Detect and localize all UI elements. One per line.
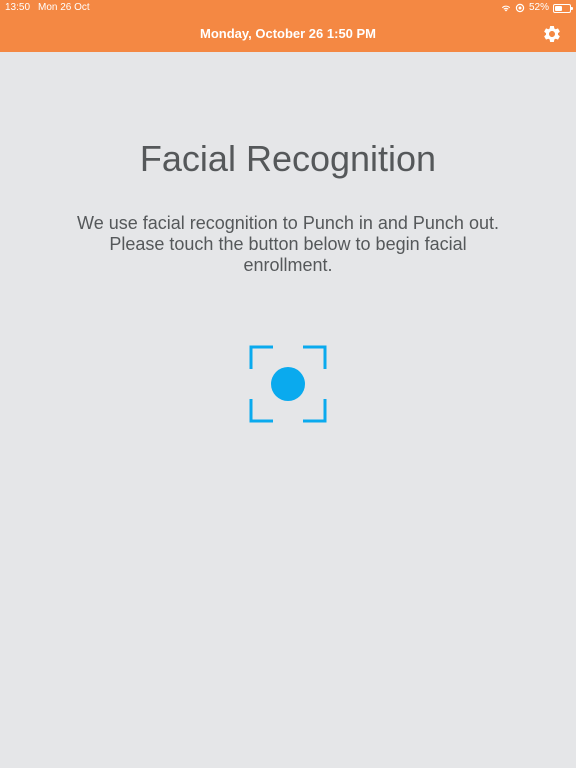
enrollment-instructions: We use facial recognition to Punch in an… bbox=[77, 213, 499, 275]
status-date: Mon 26 Oct bbox=[38, 2, 90, 13]
battery-level bbox=[555, 5, 563, 11]
location-icon bbox=[515, 3, 525, 13]
status-time: 13:50 bbox=[5, 2, 31, 13]
wifi-icon bbox=[501, 5, 511, 12]
battery-icon bbox=[553, 3, 573, 13]
face-scan-icon bbox=[249, 345, 327, 423]
settings-button[interactable] bbox=[542, 24, 562, 44]
header-datetime: Monday, October 26 1:50 PM bbox=[199, 26, 377, 41]
gear-icon bbox=[544, 25, 560, 42]
begin-enrollment-button[interactable] bbox=[249, 345, 327, 423]
page-title: Facial Recognition bbox=[139, 138, 437, 179]
status-bar: 13:50 Mon 26 Oct 52% bbox=[0, 0, 576, 16]
status-indicators: 52% bbox=[501, 0, 573, 16]
battery-percent: 52% bbox=[528, 2, 549, 13]
app-header: 13:50 Mon 26 Oct 52% Monday, October 26 … bbox=[0, 0, 576, 52]
